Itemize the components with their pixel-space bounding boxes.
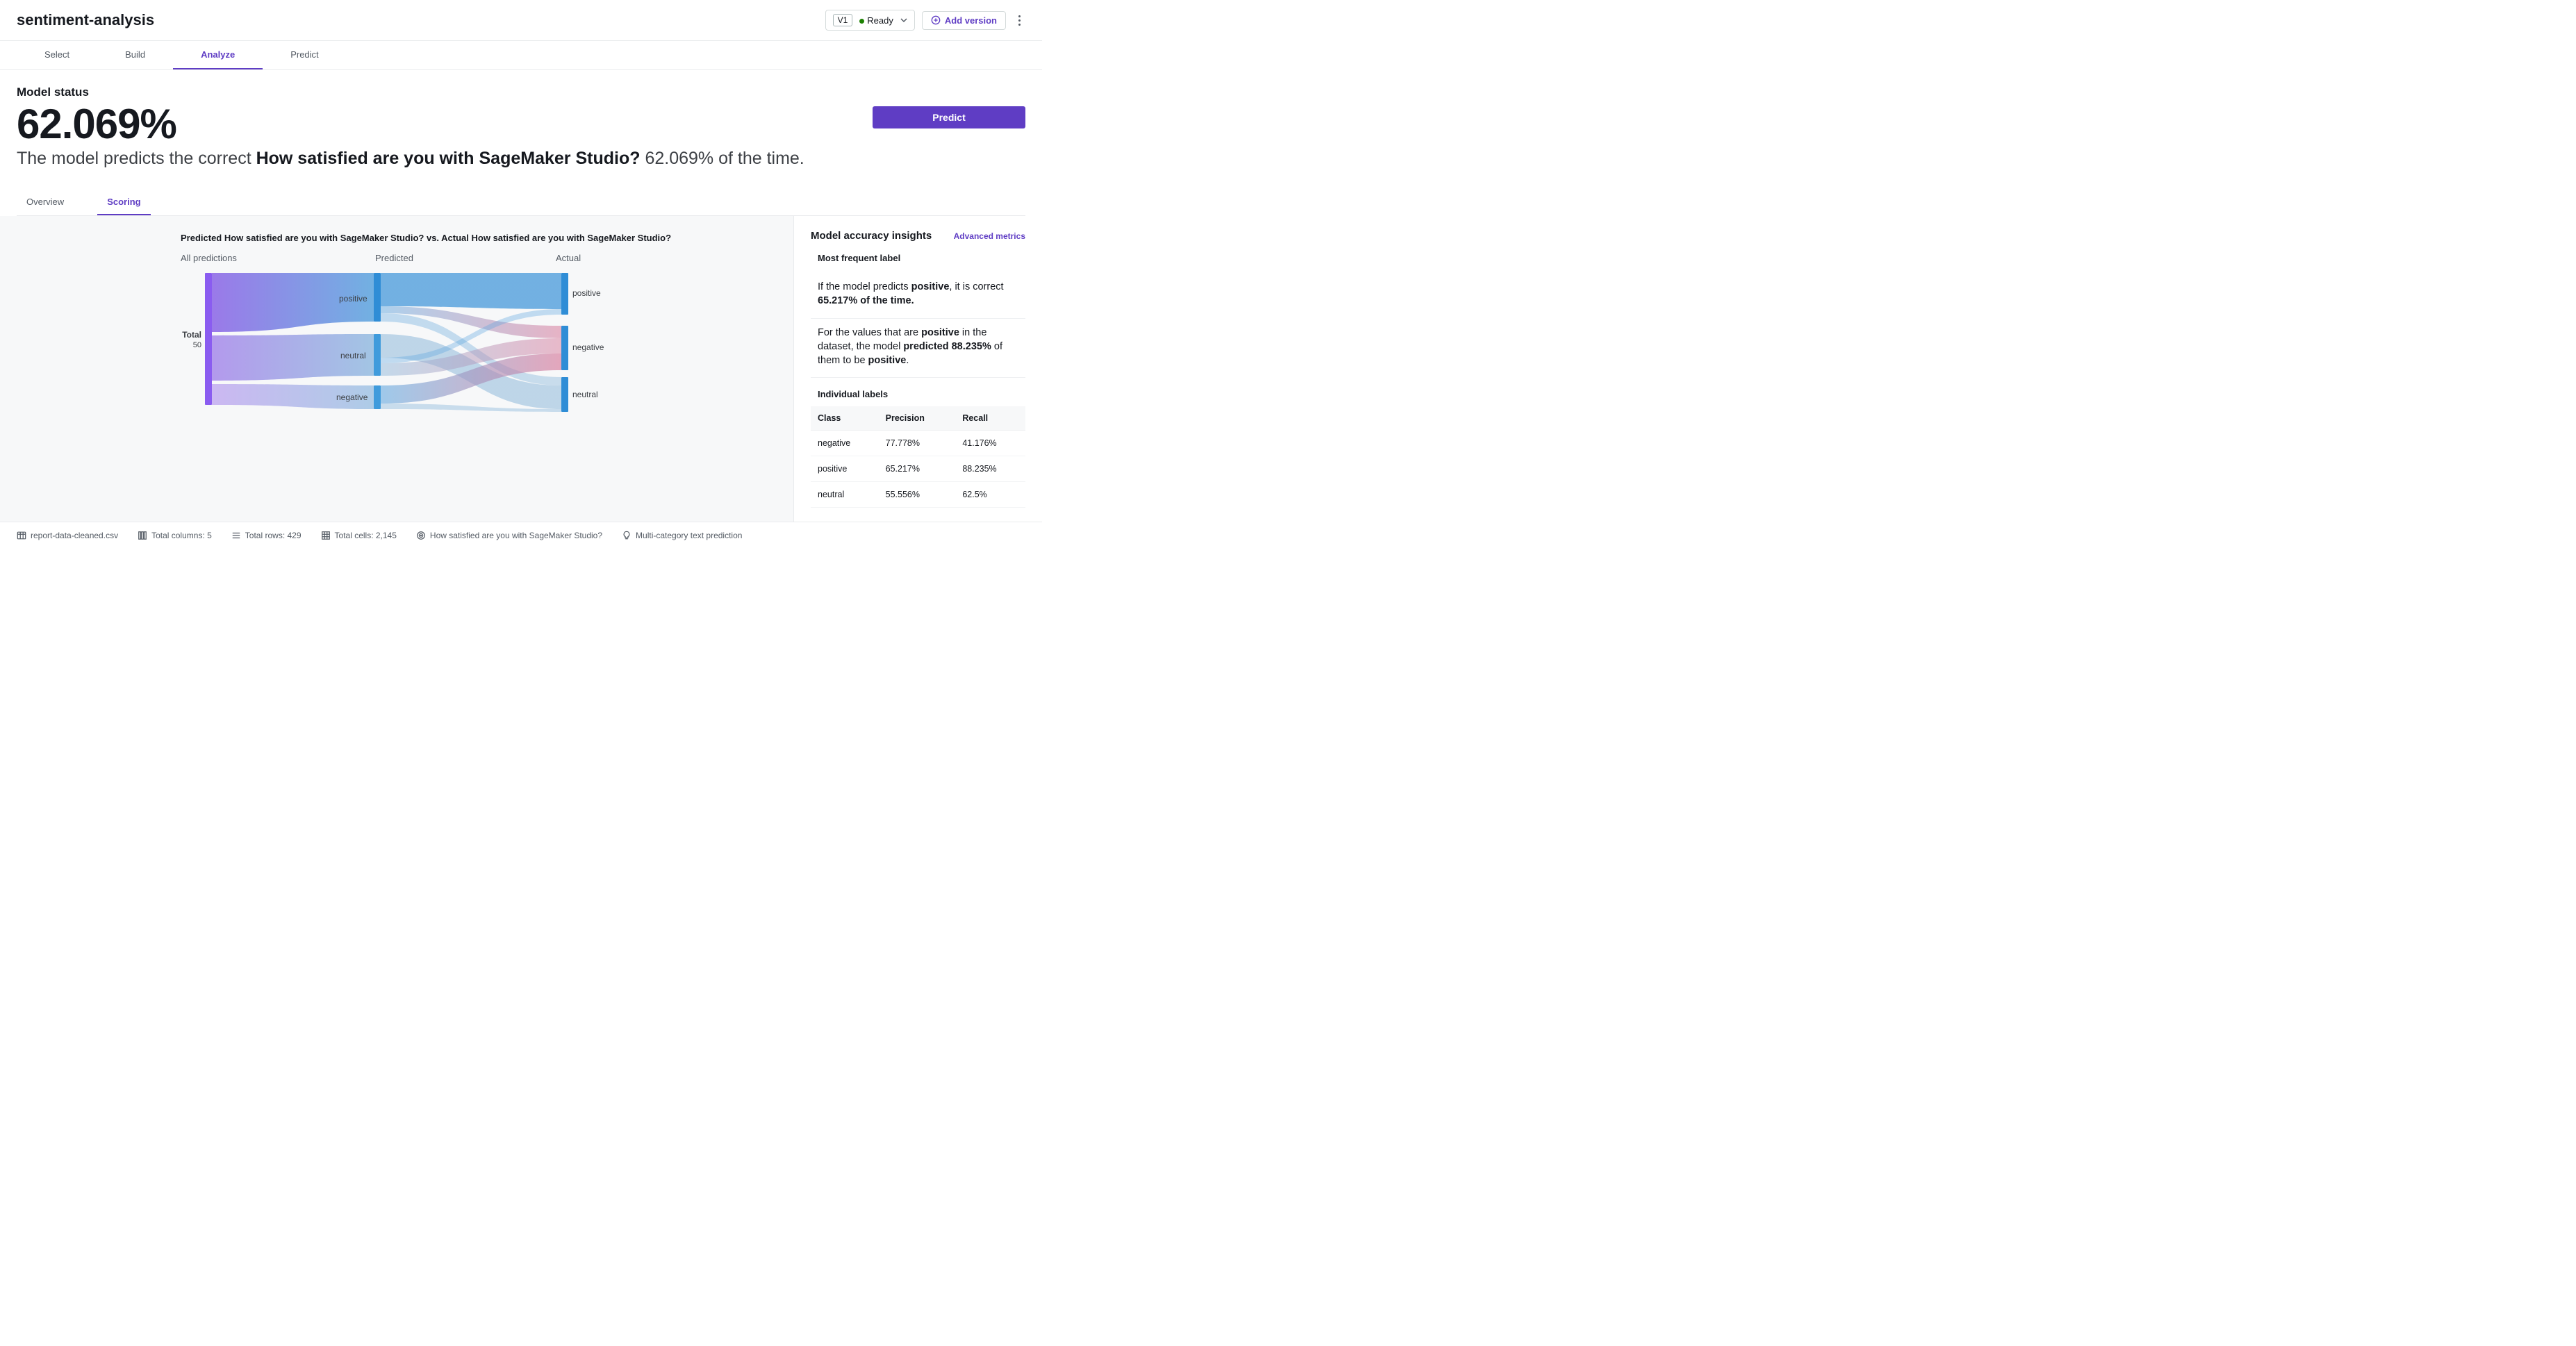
sankey-chart-area: Predicted How satisfied are you with Sag… xyxy=(0,216,793,522)
sankey-diagram: Total50 positive neutral negative positi… xyxy=(181,273,597,412)
footer-model-type: Multi-category text prediction xyxy=(622,531,742,540)
columns-icon xyxy=(138,531,147,540)
subtab-overview[interactable]: Overview xyxy=(17,190,74,215)
footer-target: How satisfied are you with SageMaker Stu… xyxy=(416,531,602,540)
predict-button[interactable]: Predict xyxy=(873,106,1025,128)
footer-cells: Total cells: 2,145 xyxy=(321,531,397,540)
sankey-label-total: Total50 xyxy=(153,330,201,349)
model-status-label: Model status xyxy=(17,85,804,99)
insights-title: Model accuracy insights xyxy=(811,230,932,242)
lightbulb-icon xyxy=(622,531,631,540)
labels-metrics-table: Class Precision Recall negative77.778%41… xyxy=(811,406,1025,508)
sankey-node-pred-neutral xyxy=(374,334,381,376)
app-header: sentiment-analysis V1 Ready Add version xyxy=(0,0,1042,41)
table-row: neutral55.556%62.5% xyxy=(811,482,1025,508)
sub-tabs: Overview Scoring xyxy=(17,190,1025,216)
th-precision: Precision xyxy=(879,406,956,431)
status-indicator: Ready xyxy=(859,15,893,26)
sankey-node-total xyxy=(205,273,212,405)
sankey-label-pred-neutral: neutral xyxy=(340,351,366,360)
most-frequent-label-heading: Most frequent label xyxy=(818,253,1025,263)
chart-column-headers: All predictions Predicted Actual xyxy=(181,253,777,263)
sankey-node-pred-positive xyxy=(374,273,381,322)
table-row: negative77.778%41.176% xyxy=(811,431,1025,456)
main-tabs: Select Build Analyze Predict xyxy=(0,41,1042,70)
tab-analyze[interactable]: Analyze xyxy=(173,41,263,69)
insight-precision-sentence: If the model predicts positive, it is co… xyxy=(811,273,1025,319)
version-badge: V1 xyxy=(833,14,853,26)
target-icon xyxy=(416,531,426,540)
footer-file: report-data-cleaned.csv xyxy=(17,531,118,540)
sankey-label-pred-positive: positive xyxy=(339,294,368,304)
tab-predict[interactable]: Predict xyxy=(263,41,346,69)
plus-circle-icon xyxy=(931,15,941,25)
advanced-metrics-link[interactable]: Advanced metrics xyxy=(954,231,1025,241)
chevron-down-icon xyxy=(900,17,907,24)
sankey-svg xyxy=(181,273,597,412)
th-recall: Recall xyxy=(955,406,1025,431)
table-row: positive65.217%88.235% xyxy=(811,456,1025,482)
grid-icon xyxy=(321,531,331,540)
sankey-label-pred-negative: negative xyxy=(336,392,368,402)
sankey-node-act-positive xyxy=(561,273,568,315)
sankey-label-act-negative: negative xyxy=(572,342,604,352)
version-selector[interactable]: V1 Ready xyxy=(825,10,915,31)
chart-title: Predicted How satisfied are you with Sag… xyxy=(181,233,777,243)
sankey-node-act-negative xyxy=(561,326,568,370)
footer-cols: Total columns: 5 xyxy=(138,531,212,540)
sankey-node-act-neutral xyxy=(561,377,568,412)
th-class: Class xyxy=(811,406,879,431)
tab-build[interactable]: Build xyxy=(97,41,173,69)
sankey-label-act-neutral: neutral xyxy=(572,390,598,399)
insights-panel: Model accuracy insights Advanced metrics… xyxy=(793,216,1042,522)
status-bar: report-data-cleaned.csv Total columns: 5… xyxy=(0,522,1042,549)
table-icon xyxy=(17,531,26,540)
tab-select[interactable]: Select xyxy=(17,41,97,69)
sankey-label-act-positive: positive xyxy=(572,288,601,298)
model-accuracy-percent: 62.069% xyxy=(17,102,804,146)
add-version-button[interactable]: Add version xyxy=(922,11,1006,30)
insight-recall-sentence: For the values that are positive in the … xyxy=(811,319,1025,379)
individual-labels-heading: Individual labels xyxy=(818,389,1025,399)
sankey-node-pred-negative xyxy=(374,385,381,409)
footer-rows: Total rows: 429 xyxy=(231,531,302,540)
model-status-sentence: The model predicts the correct How satis… xyxy=(17,149,804,169)
page-title: sentiment-analysis xyxy=(17,11,154,29)
subtab-scoring[interactable]: Scoring xyxy=(97,190,150,215)
header-actions: V1 Ready Add version xyxy=(825,10,1025,31)
rows-icon xyxy=(231,531,241,540)
more-menu-button[interactable] xyxy=(1013,13,1025,28)
